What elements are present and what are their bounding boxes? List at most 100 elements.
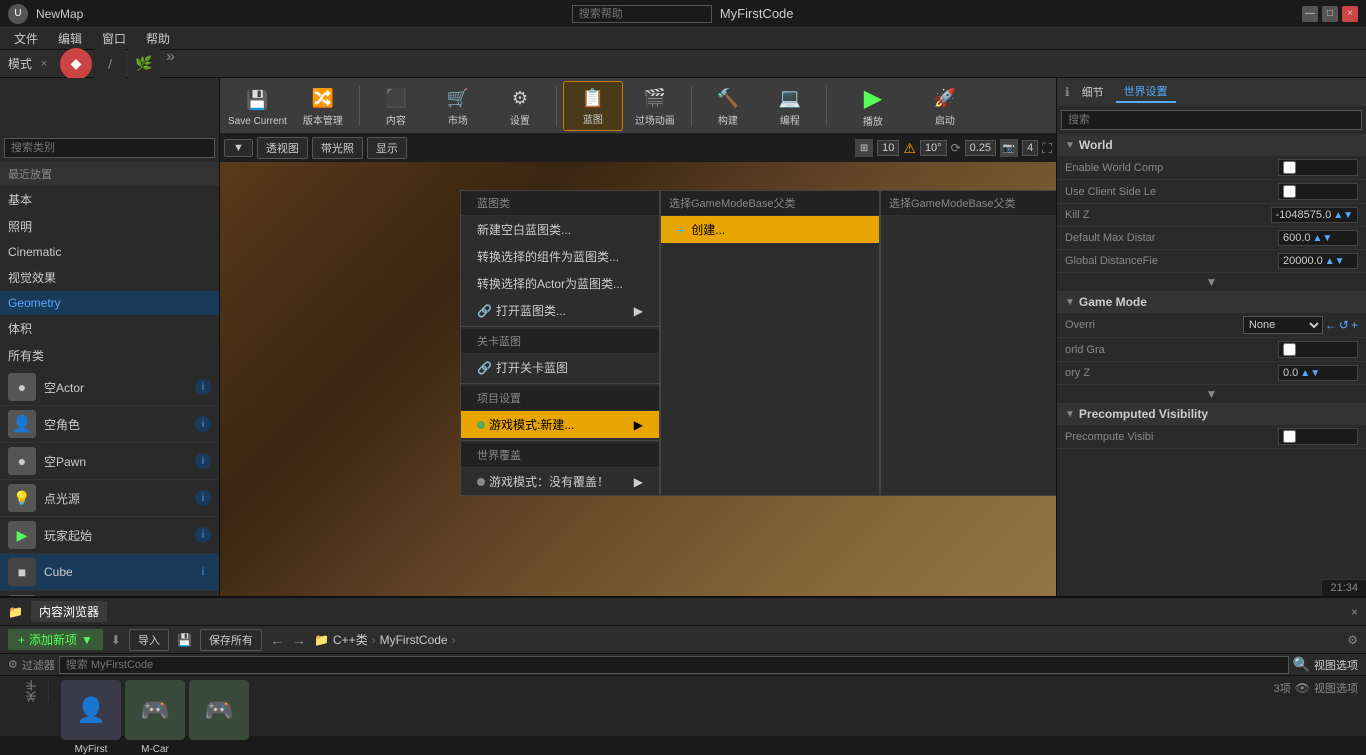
- override-add-btn[interactable]: +: [1351, 318, 1358, 332]
- prop-value-gravity-z[interactable]: 0.0 ▲▼: [1278, 365, 1358, 381]
- toolbar-content[interactable]: ⬛ 内容: [366, 81, 426, 131]
- actor-item-empty-actor[interactable]: ● 空Actor i: [0, 369, 219, 406]
- precomputed-section-header[interactable]: ▼ Precomputed Visibility: [1057, 403, 1366, 425]
- prop-value-enable-world[interactable]: [1278, 159, 1358, 176]
- toolbar-market[interactable]: 🛒 市场: [428, 81, 488, 131]
- category-cinematic[interactable]: Cinematic: [0, 240, 219, 264]
- save-all-button[interactable]: 保存所有: [200, 629, 262, 651]
- toolbar-launch[interactable]: 🚀 启动: [915, 81, 975, 131]
- menu-help[interactable]: 帮助: [136, 28, 180, 49]
- actor-info-empty-pawn[interactable]: i: [195, 453, 211, 469]
- actor-info-empty-char[interactable]: i: [195, 416, 211, 432]
- bottom-search-input[interactable]: [59, 656, 1289, 674]
- prop-arrow-max-dist[interactable]: ▲▼: [1313, 233, 1333, 244]
- toolbar-save-current[interactable]: 💾 Save Current: [224, 81, 291, 131]
- menu-edit[interactable]: 编辑: [48, 28, 92, 49]
- actor-item-empty-char[interactable]: 👤 空角色 i: [0, 406, 219, 443]
- filter-settings-icon[interactable]: ⚙: [1347, 633, 1358, 647]
- prop-value-precompute-vis[interactable]: [1278, 428, 1358, 445]
- mode-landscape[interactable]: /: [94, 48, 126, 80]
- toolbar-code[interactable]: 💻 编程: [760, 81, 820, 131]
- actor-item-player-start[interactable]: ▶ 玩家起始 i: [0, 517, 219, 554]
- actor-info-player-start[interactable]: i: [195, 527, 211, 543]
- toolbar-version[interactable]: 🔀 版本管理: [293, 81, 353, 131]
- actor-item-cube[interactable]: ■ Cube i: [0, 554, 219, 591]
- category-all[interactable]: 所有类: [0, 342, 219, 369]
- bp-entry-gamemode[interactable]: 游戏模式:新建... ▶: [461, 411, 659, 438]
- nav-forward-button[interactable]: →: [292, 632, 306, 648]
- breadcrumb-myfirstcode[interactable]: MyFirstCode: [380, 633, 448, 647]
- add-new-button[interactable]: + 添加新项 ▼: [8, 629, 103, 650]
- override-reset-btn[interactable]: ↺: [1339, 318, 1349, 332]
- view-options-button[interactable]: 视图选项: [1314, 657, 1358, 673]
- nav-back-button[interactable]: ←: [270, 632, 284, 648]
- bp-entry-open-bp[interactable]: 🔗 打开蓝图类... ▶: [461, 297, 659, 324]
- gamemode-expand-more[interactable]: ▼: [1057, 385, 1366, 403]
- toolbar-blueprint[interactable]: 📋 蓝图: [563, 81, 623, 131]
- asset-item-2[interactable]: 🎮: [189, 680, 249, 744]
- menu-file[interactable]: 文件: [4, 28, 48, 49]
- right-search-input[interactable]: [1061, 110, 1362, 130]
- override-select[interactable]: None: [1243, 316, 1323, 334]
- prop-arrow-killz[interactable]: ▲▼: [1333, 210, 1353, 221]
- actor-info-empty-actor[interactable]: i: [195, 379, 211, 395]
- world-settings-tab[interactable]: 世界设置: [1116, 81, 1176, 103]
- bp-entry-convert-component[interactable]: 转换选择的组件为蓝图类...: [461, 243, 659, 270]
- world-section-header[interactable]: ▼ World: [1057, 134, 1366, 156]
- actor-info-point-light[interactable]: i: [195, 490, 211, 506]
- category-basic[interactable]: 基本: [0, 186, 219, 213]
- actor-item-empty-pawn[interactable]: ● 空Pawn i: [0, 443, 219, 480]
- toolbar-build[interactable]: 🔨 构建: [698, 81, 758, 131]
- checkbox-precompute-vis[interactable]: [1283, 430, 1296, 443]
- world-expand-more[interactable]: ▼: [1057, 273, 1366, 291]
- vp-fullscreen-icon[interactable]: ⛶: [1042, 140, 1052, 157]
- toolbar-settings[interactable]: ⚙ 设置: [490, 81, 550, 131]
- vp-lighting-button[interactable]: 带光照: [312, 137, 363, 159]
- expand-modes-button[interactable]: »: [166, 48, 175, 80]
- actor-item-point-light[interactable]: 💡 点光源 i: [0, 480, 219, 517]
- toolbar-play[interactable]: ▶ 播放: [833, 81, 913, 131]
- category-visual[interactable]: 视觉效果: [0, 264, 219, 291]
- prop-value-max-dist[interactable]: 600.0 ▲▼: [1278, 230, 1358, 246]
- vp-display-button[interactable]: 显示: [367, 137, 407, 159]
- asset-item-0[interactable]: 👤 MyFirst: [61, 680, 121, 755]
- help-search-input[interactable]: [572, 5, 712, 23]
- mode-close-button[interactable]: ×: [36, 56, 52, 72]
- bp-entry-open-level[interactable]: 🔗 打开关卡蓝图: [461, 354, 659, 381]
- detail-tab[interactable]: 细节: [1074, 82, 1112, 102]
- prop-arrow-global-dist[interactable]: ▲▼: [1325, 256, 1345, 267]
- prop-value-killz[interactable]: -1048575.0 ▲▼: [1271, 207, 1358, 223]
- toolbar-cinematic[interactable]: 🎬 过场动画: [625, 81, 685, 131]
- asset-item-1[interactable]: 🎮 M-Car: [125, 680, 185, 755]
- menu-window[interactable]: 窗口: [92, 28, 136, 49]
- vp-dropdown-button[interactable]: ▼: [224, 139, 253, 157]
- prop-value-client-side[interactable]: [1278, 183, 1358, 200]
- bp-entry-convert-actor[interactable]: 转换选择的Actor为蓝图类...: [461, 270, 659, 297]
- bp-entry-new-empty[interactable]: 新建空白蓝图类...: [461, 216, 659, 243]
- category-search-input[interactable]: [4, 138, 215, 158]
- search-icon[interactable]: 🔍: [1293, 656, 1310, 673]
- create-btn[interactable]: + 创建...: [661, 216, 879, 243]
- bp-entry-world-override[interactable]: 游戏模式：没有覆盖！ ▶: [461, 468, 659, 495]
- vp-perspective-button[interactable]: 透视图: [257, 137, 308, 159]
- category-geometry[interactable]: Geometry: [0, 291, 219, 315]
- prop-arrow-gravity-z[interactable]: ▲▼: [1300, 368, 1320, 379]
- import-button[interactable]: 导入: [129, 629, 169, 651]
- content-browser-tab[interactable]: 内容浏览器: [31, 601, 107, 622]
- category-volume[interactable]: 体积: [0, 315, 219, 342]
- checkbox-world-gravity[interactable]: [1283, 343, 1296, 356]
- content-browser-close[interactable]: ×: [1351, 605, 1358, 619]
- override-back-btn[interactable]: ←: [1325, 318, 1337, 332]
- mode-foliage[interactable]: 🌿: [128, 48, 160, 80]
- close-button[interactable]: ×: [1342, 6, 1358, 22]
- checkbox-enable-world[interactable]: [1283, 161, 1296, 174]
- breadcrumb-cpp[interactable]: C++类: [333, 631, 368, 648]
- game-mode-section-header[interactable]: ▼ Game Mode: [1057, 291, 1366, 313]
- minimize-button[interactable]: —: [1302, 6, 1318, 22]
- actor-info-cube[interactable]: i: [195, 564, 211, 580]
- maximize-button[interactable]: □: [1322, 6, 1338, 22]
- mode-select[interactable]: ◆: [60, 48, 92, 80]
- category-light[interactable]: 照明: [0, 213, 219, 240]
- checkbox-client-side[interactable]: [1283, 185, 1296, 198]
- prop-value-world-gravity[interactable]: [1278, 341, 1358, 358]
